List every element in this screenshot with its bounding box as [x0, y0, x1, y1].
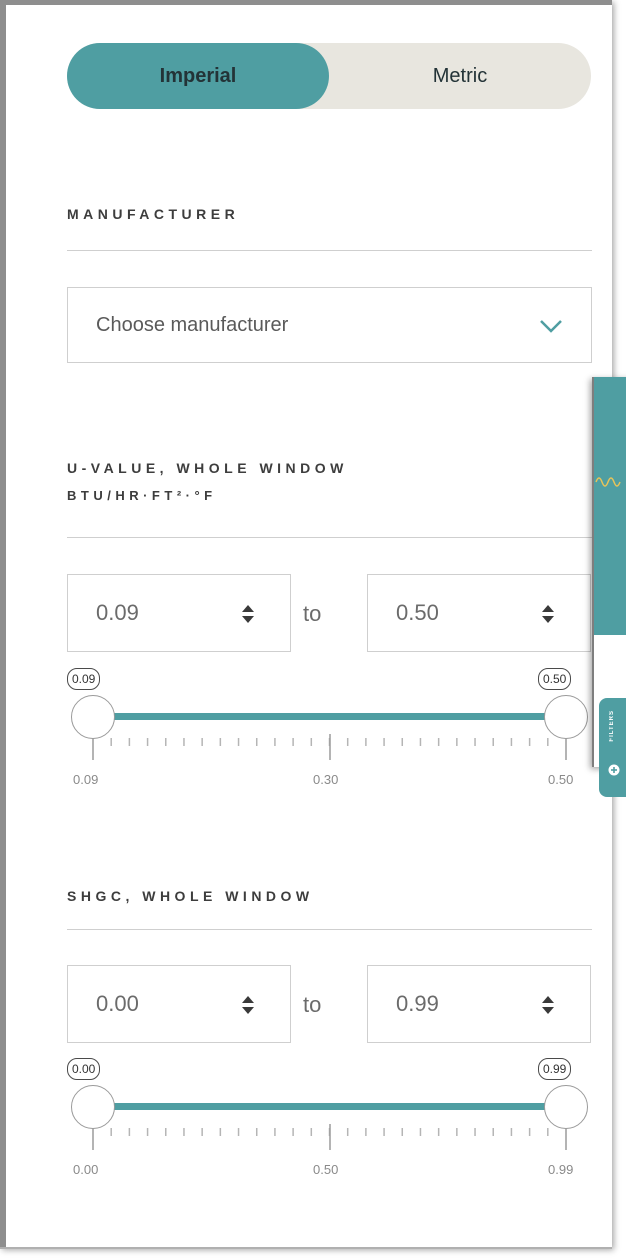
u-value-min-bubble: 0.09: [67, 668, 101, 690]
u-value-max-bubble: 0.50: [538, 668, 572, 690]
shgc-max-value: 0.99: [396, 991, 439, 1016]
manufacturer-select[interactable]: Choose manufacturer: [67, 287, 592, 363]
shgc-max-handle[interactable]: [544, 1085, 588, 1129]
u-value-slider-track[interactable]: [93, 713, 565, 720]
shgc-min-bubble: 0.00: [67, 1058, 101, 1080]
filters-tab[interactable]: FILTERS: [599, 698, 626, 797]
units-toggle: Imperial Metric: [67, 43, 591, 109]
shgc-max-input[interactable]: 0.99: [367, 965, 591, 1043]
spinner-icon[interactable]: [540, 603, 556, 625]
u-value-units: BTU/HR·FT²·°F: [67, 488, 217, 503]
shgc-max-bubble: 0.99: [538, 1058, 572, 1080]
range-to-label: to: [303, 601, 322, 626]
divider: [67, 929, 592, 930]
u-value-min-handle[interactable]: [71, 695, 115, 739]
u-value-min-value: 0.09: [96, 600, 139, 625]
chevron-down-icon: [540, 320, 562, 333]
metric-option[interactable]: Metric: [329, 43, 591, 109]
u-value-max-handle[interactable]: [544, 695, 588, 739]
manufacturer-placeholder: Choose manufacturer: [96, 313, 289, 336]
shgc-heading: SHGC, WHOLE WINDOW: [67, 888, 314, 904]
imperial-option[interactable]: Imperial: [67, 43, 329, 109]
u-value-scale-mid: 0.30: [313, 772, 339, 787]
u-value-scale-min: 0.09: [73, 772, 99, 787]
shgc-scale-mid: 0.50: [313, 1162, 339, 1177]
u-value-min-input[interactable]: 0.09: [67, 574, 291, 652]
spinner-icon[interactable]: [240, 994, 256, 1016]
shgc-min-handle[interactable]: [71, 1085, 115, 1129]
shgc-scale-min: 0.00: [73, 1162, 99, 1177]
u-value-heading: U-VALUE, WHOLE WINDOW: [67, 460, 348, 476]
panel-bottom-border: [0, 1247, 612, 1249]
spinner-icon[interactable]: [540, 994, 556, 1016]
range-to-label: to: [303, 992, 322, 1017]
results-panel-header: [594, 377, 626, 635]
divider: [67, 250, 592, 251]
u-value-max-input[interactable]: 0.50: [367, 574, 591, 652]
manufacturer-heading: MANUFACTURER: [67, 206, 240, 222]
plus-circle-icon: [608, 764, 620, 776]
shgc-slider-track[interactable]: [93, 1103, 565, 1110]
shgc-scale-max: 0.99: [548, 1162, 574, 1177]
filters-label: FILTERS: [609, 710, 615, 742]
wave-icon: [595, 477, 621, 487]
u-value-max-value: 0.50: [396, 600, 439, 625]
divider: [67, 537, 592, 538]
shgc-min-input[interactable]: 0.00: [67, 965, 291, 1043]
u-value-scale-max: 0.50: [548, 772, 574, 787]
spinner-icon[interactable]: [240, 603, 256, 625]
shgc-min-value: 0.00: [96, 991, 139, 1016]
